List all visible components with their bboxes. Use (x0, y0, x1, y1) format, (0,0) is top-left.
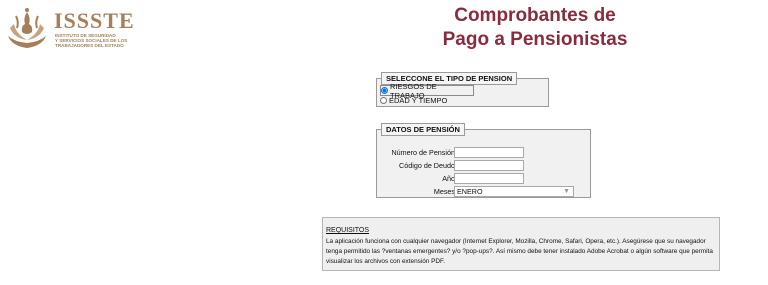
codigo-deudo-row: Código de Deudo (377, 160, 592, 172)
requirements-box: REQUISITOS La aplicación funciona con cu… (322, 217, 720, 271)
meses-row: Meses ENERO ▼ (377, 186, 592, 198)
meses-select[interactable]: ENERO ▼ (454, 186, 574, 197)
anio-row: Año (377, 173, 592, 185)
logo-subtitle-line: TRABAJADORES DEL ESTADO (55, 43, 124, 48)
anio-input[interactable] (454, 173, 524, 184)
requirements-title: REQUISITOS (326, 227, 370, 234)
numero-pension-row: Número de Pensión (377, 147, 592, 159)
pension-data-group: DATOS DE PENSIÓN Número de Pensión Códig… (376, 123, 591, 198)
pension-data-legend: DATOS DE PENSIÓN (381, 123, 465, 136)
logo-title: ISSSTE (54, 8, 135, 33)
radio-riesgos-input[interactable] (381, 87, 388, 94)
numero-pension-input[interactable] (454, 147, 524, 158)
pension-type-group: SELECCONE EL TIPO DE PENSION RIESGOS DE … (376, 72, 549, 107)
numero-pension-label: Número de Pensión (391, 148, 455, 157)
logo-subtitle: INSTITUTO DE SEGURIDAD Y SERVICIOS SOCIA… (55, 33, 127, 48)
radio-riesgos-trabajo[interactable]: RIESGOS DE TRABAJO (380, 82, 474, 100)
page-title-line1: Comprobantes de (454, 5, 616, 26)
meses-selected-value: ENERO (457, 187, 483, 196)
codigo-deudo-input[interactable] (454, 160, 524, 171)
codigo-deudo-label: Código de Deudo (399, 161, 455, 170)
issste-logo: ISSSTE INSTITUTO DE SEGURIDAD Y SERVICIO… (4, 6, 144, 50)
radio-edad-input[interactable] (380, 97, 387, 104)
dropdown-arrow-icon: ▼ (563, 188, 570, 195)
page-title: Comprobantes de Pago a Pensionistas (430, 4, 640, 52)
radio-edad-label: EDAD Y TIEMPO (389, 96, 448, 105)
meses-label: Meses (433, 187, 455, 196)
requirements-text: La aplicación funciona con cualquier nav… (326, 238, 713, 265)
issste-emblem-icon (8, 8, 46, 48)
page-title-line2: Pago a Pensionistas (442, 29, 628, 50)
